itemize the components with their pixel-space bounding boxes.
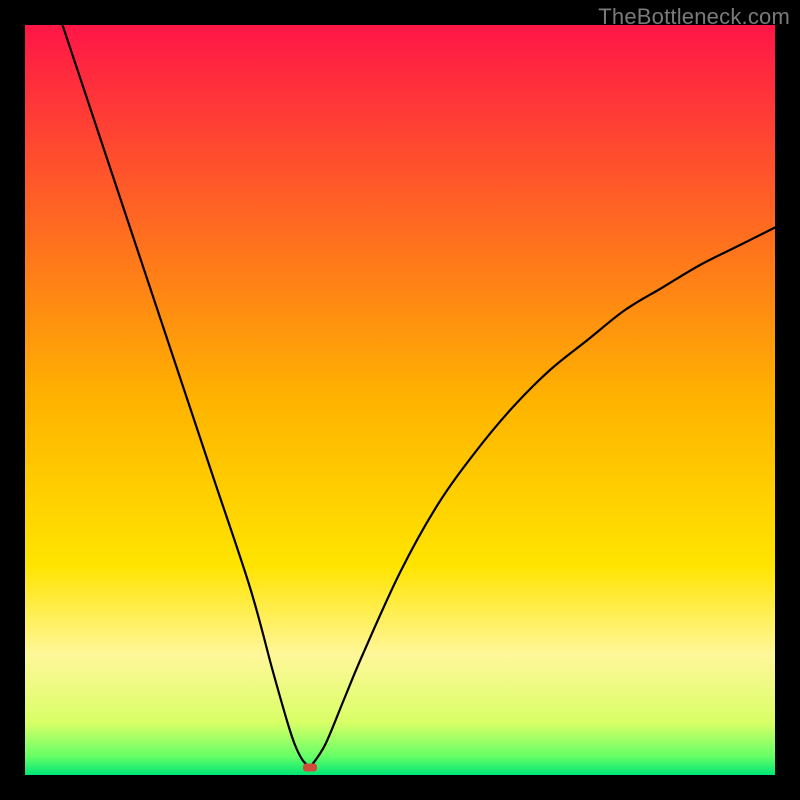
gradient-background <box>25 25 775 775</box>
minimum-marker <box>303 764 317 772</box>
chart-frame: TheBottleneck.com <box>0 0 800 800</box>
plot-area <box>25 25 775 775</box>
chart-svg <box>25 25 775 775</box>
